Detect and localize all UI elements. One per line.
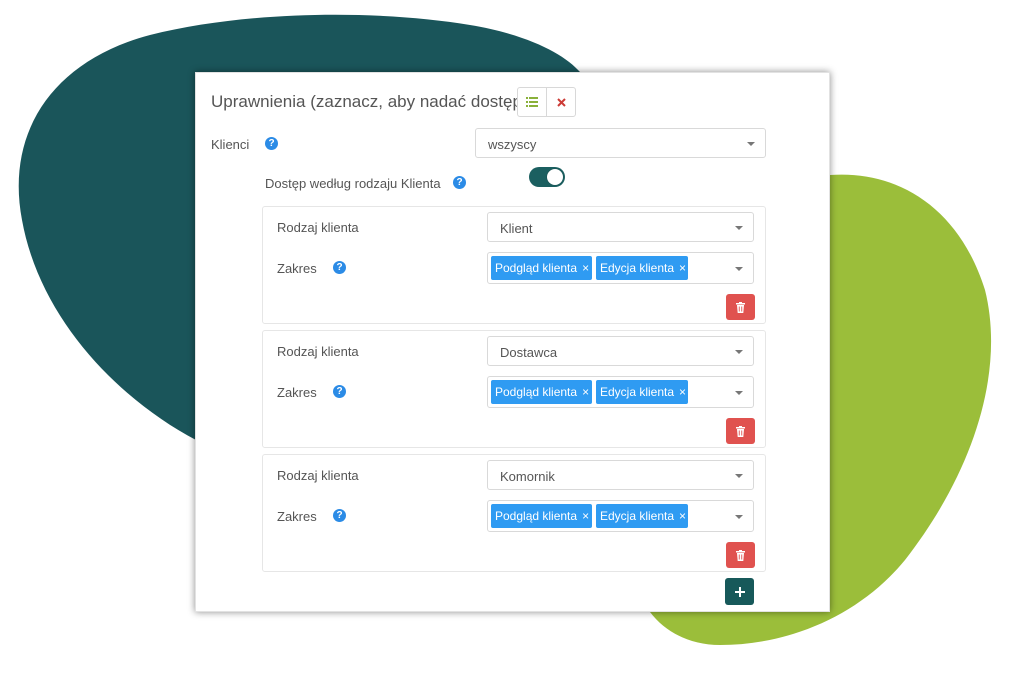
client-type-select[interactable]: Komornik bbox=[487, 460, 754, 490]
by-type-label: Dostęp według rodzaju Klienta bbox=[265, 176, 441, 191]
client-type-value: Klient bbox=[500, 221, 533, 236]
scope-tag[interactable]: Edycja klienta × bbox=[596, 380, 688, 404]
scope-tag-label: Edycja klienta bbox=[600, 261, 675, 275]
client-type-value: Dostawca bbox=[500, 345, 558, 360]
scope-tag-label: Podgląd klienta bbox=[495, 385, 578, 399]
delete-group-button[interactable] bbox=[726, 542, 755, 568]
select-all-button[interactable] bbox=[518, 88, 546, 116]
remove-tag-icon[interactable]: × bbox=[679, 261, 686, 275]
scope-label: Zakres bbox=[277, 261, 317, 276]
scope-tag[interactable]: Podgląd klienta × bbox=[491, 256, 592, 280]
close-icon bbox=[556, 97, 566, 107]
scope-tag[interactable]: Edycja klienta × bbox=[596, 504, 688, 528]
chevron-down-icon bbox=[735, 515, 743, 519]
remove-tag-icon[interactable]: × bbox=[582, 385, 589, 399]
delete-group-button[interactable] bbox=[726, 294, 755, 320]
client-type-select[interactable]: Dostawca bbox=[487, 336, 754, 366]
clients-select[interactable]: wszyscy bbox=[475, 128, 766, 158]
scope-tag-label: Podgląd klienta bbox=[495, 509, 578, 523]
help-icon[interactable]: ? bbox=[265, 137, 278, 150]
scope-tag[interactable]: Podgląd klienta × bbox=[491, 504, 592, 528]
scope-multiselect[interactable]: Podgląd klienta × Edycja klienta × bbox=[487, 252, 754, 284]
add-group-button[interactable] bbox=[725, 578, 754, 605]
permissions-panel: Uprawnienia (zaznacz, aby nadać dostęp):… bbox=[195, 72, 830, 612]
client-type-select[interactable]: Klient bbox=[487, 212, 754, 242]
help-icon[interactable]: ? bbox=[333, 385, 346, 398]
chevron-down-icon bbox=[735, 474, 743, 478]
remove-tag-icon[interactable]: × bbox=[679, 509, 686, 523]
scope-multiselect[interactable]: Podgląd klienta × Edycja klienta × bbox=[487, 376, 754, 408]
title-button-group bbox=[517, 87, 576, 117]
chevron-down-icon bbox=[735, 350, 743, 354]
chevron-down-icon bbox=[735, 226, 743, 230]
plus-icon bbox=[734, 586, 745, 597]
scope-tag-label: Podgląd klienta bbox=[495, 261, 578, 275]
trash-icon bbox=[736, 425, 745, 437]
remove-tag-icon[interactable]: × bbox=[582, 509, 589, 523]
scope-label: Zakres bbox=[277, 385, 317, 400]
scope-tag-label: Edycja klienta bbox=[600, 385, 675, 399]
scope-tag[interactable]: Podgląd klienta × bbox=[491, 380, 592, 404]
help-icon[interactable]: ? bbox=[333, 509, 346, 522]
client-type-label: Rodzaj klienta bbox=[277, 220, 359, 235]
scope-label: Zakres bbox=[277, 509, 317, 524]
clients-label: Klienci bbox=[211, 137, 250, 152]
panel-title: Uprawnienia (zaznacz, aby nadać dostęp): bbox=[211, 92, 533, 111]
by-type-toggle[interactable] bbox=[529, 167, 565, 187]
delete-group-button[interactable] bbox=[726, 418, 755, 444]
scope-multiselect[interactable]: Podgląd klienta × Edycja klienta × bbox=[487, 500, 754, 532]
scope-tag-label: Edycja klienta bbox=[600, 509, 675, 523]
remove-tag-icon[interactable]: × bbox=[679, 385, 686, 399]
trash-icon bbox=[736, 301, 745, 313]
client-type-value: Komornik bbox=[500, 469, 555, 484]
scope-tag[interactable]: Edycja klienta × bbox=[596, 256, 688, 280]
help-icon[interactable]: ? bbox=[333, 261, 346, 274]
remove-tag-icon[interactable]: × bbox=[582, 261, 589, 275]
chevron-down-icon bbox=[735, 391, 743, 395]
client-type-group-3: Rodzaj klienta Komornik Zakres ? Podgląd… bbox=[262, 454, 766, 572]
client-type-label: Rodzaj klienta bbox=[277, 468, 359, 483]
clients-select-value: wszyscy bbox=[488, 137, 537, 152]
chevron-down-icon bbox=[735, 267, 743, 271]
toggle-knob bbox=[547, 169, 563, 185]
clear-all-button[interactable] bbox=[546, 88, 575, 116]
checklist-icon bbox=[526, 97, 538, 107]
chevron-down-icon bbox=[747, 142, 755, 146]
help-icon[interactable]: ? bbox=[453, 176, 466, 189]
client-type-group-1: Rodzaj klienta Klient Zakres ? Podgląd k… bbox=[262, 206, 766, 324]
client-type-label: Rodzaj klienta bbox=[277, 344, 359, 359]
client-type-group-2: Rodzaj klienta Dostawca Zakres ? Podgląd… bbox=[262, 330, 766, 448]
trash-icon bbox=[736, 549, 745, 561]
